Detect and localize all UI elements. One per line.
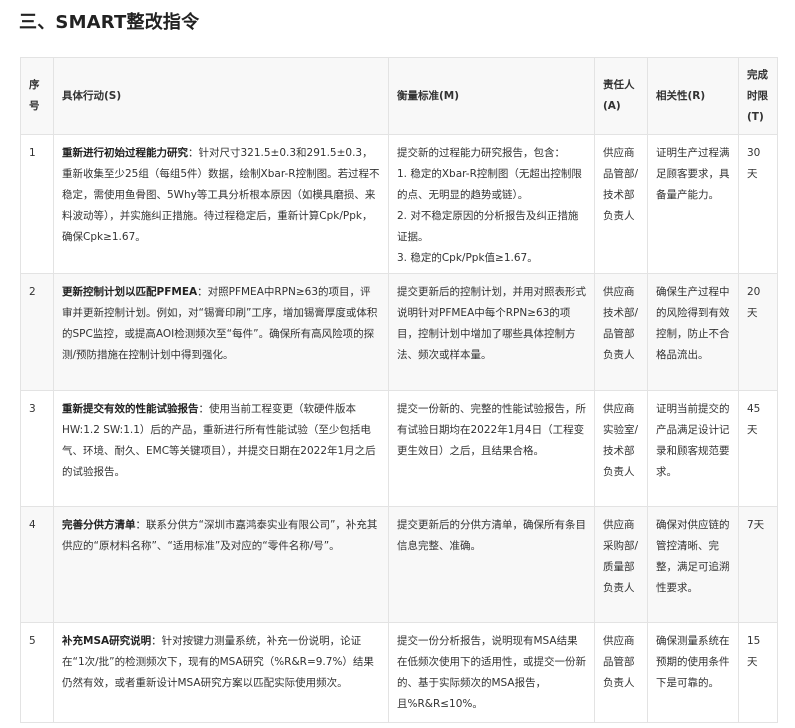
action-text: ：针对尺寸321.5±0.3和291.5±0.3，重新收集至少25组（每组5件）… bbox=[62, 147, 380, 243]
cell-deadline: 15天 bbox=[738, 622, 778, 723]
cell-measure: 提交一份分析报告，说明现有MSA结果在低频次使用下的适用性，或提交一份新的、基于… bbox=[388, 622, 595, 723]
header-relevance: 相关性(R) bbox=[647, 57, 739, 135]
action-title: 更新控制计划以匹配PFMEA bbox=[62, 286, 198, 298]
table-header-row: 序号 具体行动(S) 衡量标准(M) 责任人(A) 相关性(R) 完成时限(T) bbox=[20, 57, 778, 135]
cell-owner: 供应商实验室/技术部负责人 bbox=[594, 390, 648, 507]
cell-no: 2 bbox=[20, 273, 54, 391]
header-owner: 责任人(A) bbox=[594, 57, 648, 135]
cell-relevance: 证明生产过程满足顾客要求，具备量产能力。 bbox=[647, 134, 739, 274]
cell-owner: 供应商技术部/品管部负责人 bbox=[594, 273, 648, 391]
header-no: 序号 bbox=[20, 57, 54, 135]
measure-line: 提交一份分析报告，说明现有MSA结果在低频次使用下的适用性，或提交一份新的、基于… bbox=[397, 635, 586, 710]
measure-line: 2. 对不稳定原因的分析报告及纠正措施证据。 bbox=[397, 210, 579, 243]
smart-table: 序号 具体行动(S) 衡量标准(M) 责任人(A) 相关性(R) 完成时限(T)… bbox=[20, 57, 778, 723]
header-action: 具体行动(S) bbox=[53, 57, 389, 135]
cell-measure: 提交更新后的分供方清单，确保所有条目信息完整、准确。 bbox=[388, 506, 595, 623]
cell-action: 重新提交有效的性能试验报告：使用当前工程变更（软硬件版本HW:1.2 SW:1.… bbox=[53, 390, 389, 507]
header-deadline: 完成时限(T) bbox=[738, 57, 778, 135]
measure-line: 提交更新后的控制计划，并用对照表形式说明针对PFMEA中每个RPN≥63的项目，… bbox=[397, 286, 586, 361]
measure-line: 1. 稳定的Xbar-R控制图（无超出控制限的点、无明显的趋势或链）。 bbox=[397, 168, 582, 201]
table-row: 2 更新控制计划以匹配PFMEA：对照PFMEA中RPN≥63的项目，评审并更新… bbox=[20, 273, 778, 391]
action-title: 重新进行初始过程能力研究 bbox=[62, 147, 188, 159]
cell-deadline: 7天 bbox=[738, 506, 778, 623]
cell-relevance: 确保生产过程中的风险得到有效控制，防止不合格品流出。 bbox=[647, 273, 739, 391]
cell-no: 1 bbox=[20, 134, 54, 274]
cell-measure: 提交一份新的、完整的性能试验报告，所有试验日期均在2022年1月4日（工程变更生… bbox=[388, 390, 595, 507]
cell-action: 更新控制计划以匹配PFMEA：对照PFMEA中RPN≥63的项目，评审并更新控制… bbox=[53, 273, 389, 391]
cell-no: 3 bbox=[20, 390, 54, 507]
cell-action: 完善分供方清单：联系分供方“深圳市嘉鸿泰实业有限公司”，补充其供应的“原材料名称… bbox=[53, 506, 389, 623]
header-measure: 衡量标准(M) bbox=[388, 57, 595, 135]
cell-deadline: 20天 bbox=[738, 273, 778, 391]
cell-relevance: 确保测量系统在预期的使用条件下是可靠的。 bbox=[647, 622, 739, 723]
cell-relevance: 证明当前提交的产品满足设计记录和顾客规范要求。 bbox=[647, 390, 739, 507]
cell-no: 5 bbox=[20, 622, 54, 723]
action-title: 完善分供方清单 bbox=[62, 519, 136, 531]
action-title: 重新提交有效的性能试验报告 bbox=[62, 403, 199, 415]
cell-deadline: 45天 bbox=[738, 390, 778, 507]
cell-action: 重新进行初始过程能力研究：针对尺寸321.5±0.3和291.5±0.3，重新收… bbox=[53, 134, 389, 274]
table-row: 1 重新进行初始过程能力研究：针对尺寸321.5±0.3和291.5±0.3，重… bbox=[20, 134, 778, 274]
cell-deadline: 30天 bbox=[738, 134, 778, 274]
cell-action: 补充MSA研究说明：针对按键力测量系统，补充一份说明，论证在“1次/批”的检测频… bbox=[53, 622, 389, 723]
measure-line: 提交一份新的、完整的性能试验报告，所有试验日期均在2022年1月4日（工程变更生… bbox=[397, 403, 586, 457]
cell-owner: 供应商品管部/技术部负责人 bbox=[594, 134, 648, 274]
section-title: 三、SMART整改指令 bbox=[19, 12, 200, 33]
table-row: 3 重新提交有效的性能试验报告：使用当前工程变更（软硬件版本HW:1.2 SW:… bbox=[20, 390, 778, 507]
table-row: 5 补充MSA研究说明：针对按键力测量系统，补充一份说明，论证在“1次/批”的检… bbox=[20, 622, 778, 723]
page: 三、SMART整改指令 序号 具体行动(S) 衡量标准(M) 责任人(A) 相关… bbox=[0, 0, 795, 728]
measure-line: 提交更新后的分供方清单，确保所有条目信息完整、准确。 bbox=[397, 519, 586, 552]
measure-line: 提交新的过程能力研究报告，包含： bbox=[397, 147, 565, 159]
cell-owner: 供应商品管部负责人 bbox=[594, 622, 648, 723]
measure-line: 3. 稳定的Cpk/Ppk值≥1.67。 bbox=[397, 252, 538, 264]
cell-owner: 供应商采购部/质量部负责人 bbox=[594, 506, 648, 623]
cell-no: 4 bbox=[20, 506, 54, 623]
cell-relevance: 确保对供应链的管控清晰、完整，满足可追溯性要求。 bbox=[647, 506, 739, 623]
table-row: 4 完善分供方清单：联系分供方“深圳市嘉鸿泰实业有限公司”，补充其供应的“原材料… bbox=[20, 506, 778, 623]
cell-measure: 提交更新后的控制计划，并用对照表形式说明针对PFMEA中每个RPN≥63的项目，… bbox=[388, 273, 595, 391]
action-title: 补充MSA研究说明 bbox=[62, 635, 152, 647]
cell-measure: 提交新的过程能力研究报告，包含： 1. 稳定的Xbar-R控制图（无超出控制限的… bbox=[388, 134, 595, 274]
